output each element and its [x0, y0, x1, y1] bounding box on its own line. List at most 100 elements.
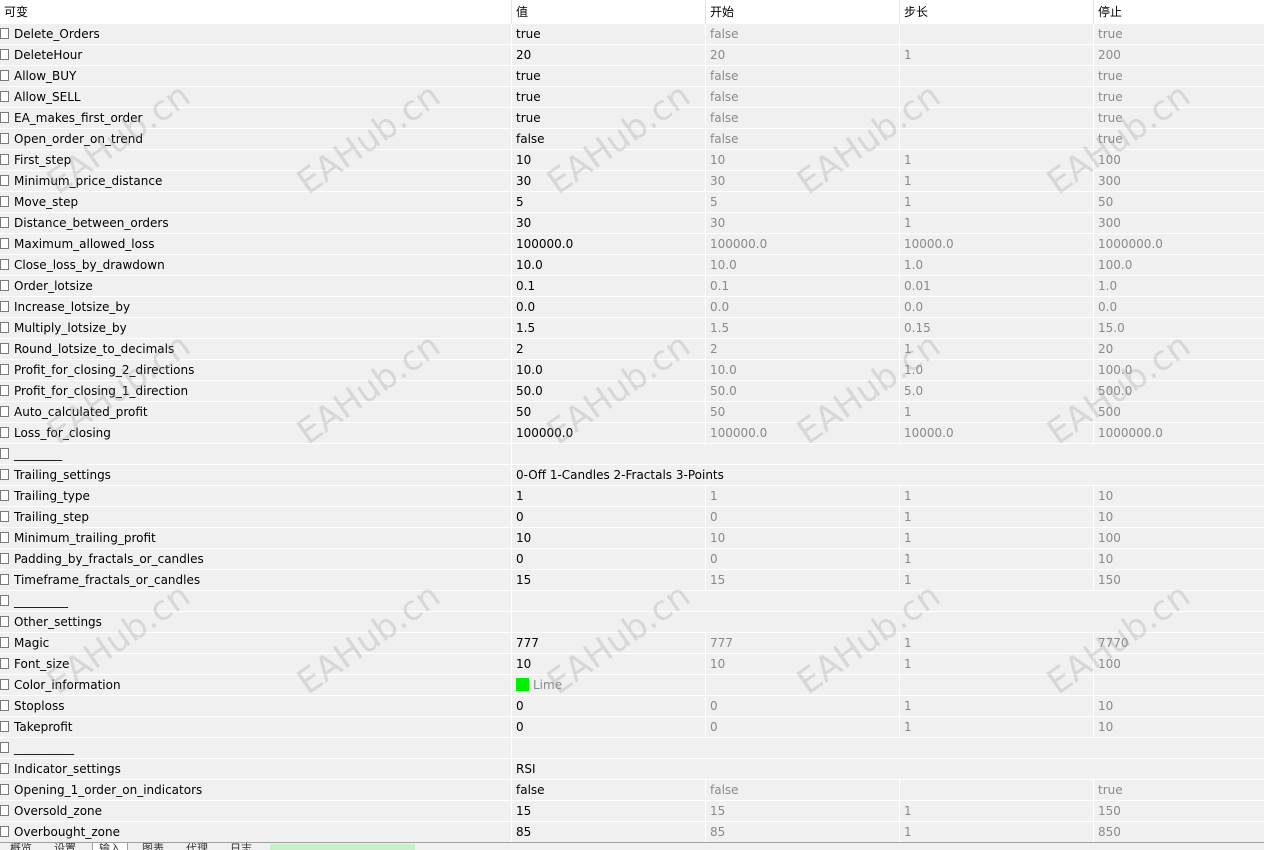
stop-cell[interactable]: 300 — [1093, 171, 1264, 191]
step-cell[interactable] — [899, 675, 1093, 695]
value-cell[interactable]: 20 — [511, 45, 705, 65]
optimize-checkbox[interactable] — [0, 133, 9, 144]
stop-cell[interactable]: 150 — [1093, 801, 1264, 821]
optimize-checkbox[interactable] — [0, 154, 9, 165]
table-row[interactable]: Open_order_on_trend false false true — [0, 129, 1264, 150]
optimize-checkbox[interactable] — [0, 217, 9, 228]
optimize-checkbox[interactable] — [0, 784, 9, 795]
step-cell[interactable]: 1 — [899, 633, 1093, 653]
table-row[interactable]: EA_makes_first_order true false true — [0, 108, 1264, 129]
step-cell[interactable]: 10000.0 — [899, 234, 1093, 254]
step-cell[interactable]: 1 — [899, 570, 1093, 590]
optimize-checkbox[interactable] — [0, 595, 9, 606]
optimize-checkbox[interactable] — [0, 511, 9, 522]
value-cell[interactable]: 0-Off 1-Candles 2-Fractals 3-Points — [511, 465, 1264, 485]
table-row[interactable]: Minimum_price_distance 30 30 1 300 — [0, 171, 1264, 192]
start-cell[interactable]: 10.0 — [705, 255, 899, 275]
value-cell[interactable]: 1.5 — [511, 318, 705, 338]
value-cell[interactable]: 10 — [511, 528, 705, 548]
value-cell[interactable]: 50.0 — [511, 381, 705, 401]
value-cell[interactable]: RSI — [511, 759, 1264, 779]
step-cell[interactable]: 0.15 — [899, 318, 1093, 338]
start-cell[interactable]: 10 — [705, 528, 899, 548]
step-cell[interactable] — [899, 66, 1093, 86]
value-cell[interactable]: 0.0 — [511, 297, 705, 317]
table-row[interactable]: Stoploss 0 0 1 10 — [0, 696, 1264, 717]
table-row[interactable]: Timeframe_fractals_or_candles 15 15 1 150 — [0, 570, 1264, 591]
optimize-checkbox[interactable] — [0, 490, 9, 501]
stop-cell[interactable]: 15.0 — [1093, 318, 1264, 338]
optimize-checkbox[interactable] — [0, 700, 9, 711]
optimize-checkbox[interactable] — [0, 364, 9, 375]
start-cell[interactable]: 15 — [705, 801, 899, 821]
start-cell[interactable]: 0 — [705, 549, 899, 569]
optimize-checkbox[interactable] — [0, 763, 9, 774]
start-cell[interactable]: 5 — [705, 192, 899, 212]
optimize-checkbox[interactable] — [0, 679, 9, 690]
optimize-checkbox[interactable] — [0, 175, 9, 186]
start-cell[interactable]: false — [705, 87, 899, 107]
start-cell[interactable]: 85 — [705, 822, 899, 842]
optimize-checkbox[interactable] — [0, 343, 9, 354]
value-cell[interactable] — [511, 591, 1264, 611]
value-cell[interactable]: 15 — [511, 570, 705, 590]
step-cell[interactable]: 1.0 — [899, 255, 1093, 275]
step-cell[interactable]: 1 — [899, 528, 1093, 548]
table-row[interactable]: Distance_between_orders 30 30 1 300 — [0, 213, 1264, 234]
table-row[interactable]: Magic 777 777 1 7770 — [0, 633, 1264, 654]
stop-cell[interactable]: true — [1093, 129, 1264, 149]
stop-cell[interactable]: 100.0 — [1093, 360, 1264, 380]
value-cell[interactable] — [511, 738, 1264, 758]
stop-cell[interactable] — [1093, 675, 1264, 695]
start-cell[interactable]: 0.0 — [705, 297, 899, 317]
table-row[interactable]: Minimum_trailing_profit 10 10 1 100 — [0, 528, 1264, 549]
table-row[interactable]: ________ — [0, 444, 1264, 465]
table-row[interactable]: Font_size 10 10 1 100 — [0, 654, 1264, 675]
step-cell[interactable]: 1 — [899, 402, 1093, 422]
optimize-checkbox[interactable] — [0, 721, 9, 732]
step-cell[interactable]: 0.01 — [899, 276, 1093, 296]
step-cell[interactable] — [899, 87, 1093, 107]
stop-cell[interactable]: 10 — [1093, 549, 1264, 569]
start-cell[interactable]: 0 — [705, 717, 899, 737]
optimize-checkbox[interactable] — [0, 70, 9, 81]
stop-cell[interactable]: true — [1093, 108, 1264, 128]
stop-cell[interactable]: 10 — [1093, 507, 1264, 527]
table-row[interactable]: Overbought_zone 85 85 1 850 — [0, 822, 1264, 843]
value-cell[interactable]: false — [511, 129, 705, 149]
step-cell[interactable] — [899, 129, 1093, 149]
step-cell[interactable] — [899, 24, 1093, 44]
stop-cell[interactable]: 150 — [1093, 570, 1264, 590]
value-cell[interactable]: 10.0 — [511, 360, 705, 380]
start-cell[interactable]: 1 — [705, 486, 899, 506]
table-row[interactable]: Trailing_type 1 1 1 10 — [0, 486, 1264, 507]
stop-cell[interactable]: 100 — [1093, 654, 1264, 674]
optimize-checkbox[interactable] — [0, 805, 9, 816]
optimize-checkbox[interactable] — [0, 406, 9, 417]
value-cell[interactable]: true — [511, 24, 705, 44]
optimize-checkbox[interactable] — [0, 658, 9, 669]
start-cell[interactable]: 10 — [705, 654, 899, 674]
table-row[interactable]: Profit_for_closing_2_directions 10.0 10.0 1… — [0, 360, 1264, 381]
value-cell[interactable]: 0 — [511, 549, 705, 569]
table-row[interactable]: Order_lotsize 0.1 0.1 0.01 1.0 — [0, 276, 1264, 297]
optimize-checkbox[interactable] — [0, 322, 9, 333]
stop-cell[interactable]: 500 — [1093, 402, 1264, 422]
value-cell[interactable]: 100000.0 — [511, 423, 705, 443]
stop-cell[interactable]: 1.0 — [1093, 276, 1264, 296]
optimize-checkbox[interactable] — [0, 91, 9, 102]
value-cell[interactable]: 50 — [511, 402, 705, 422]
stop-cell[interactable]: 1000000.0 — [1093, 234, 1264, 254]
table-row[interactable]: Takeprofit 0 0 1 10 — [0, 717, 1264, 738]
start-cell[interactable]: 15 — [705, 570, 899, 590]
optimize-checkbox[interactable] — [0, 574, 9, 585]
optimize-checkbox[interactable] — [0, 112, 9, 123]
table-row[interactable]: Padding_by_fractals_or_candles 0 0 1 10 — [0, 549, 1264, 570]
optimize-checkbox[interactable] — [0, 28, 9, 39]
step-cell[interactable]: 1 — [899, 171, 1093, 191]
start-cell[interactable]: 2 — [705, 339, 899, 359]
table-row[interactable]: Auto_calculated_profit 50 50 1 500 — [0, 402, 1264, 423]
step-cell[interactable]: 1 — [899, 150, 1093, 170]
step-cell[interactable]: 1 — [899, 213, 1093, 233]
step-cell[interactable]: 1 — [899, 717, 1093, 737]
